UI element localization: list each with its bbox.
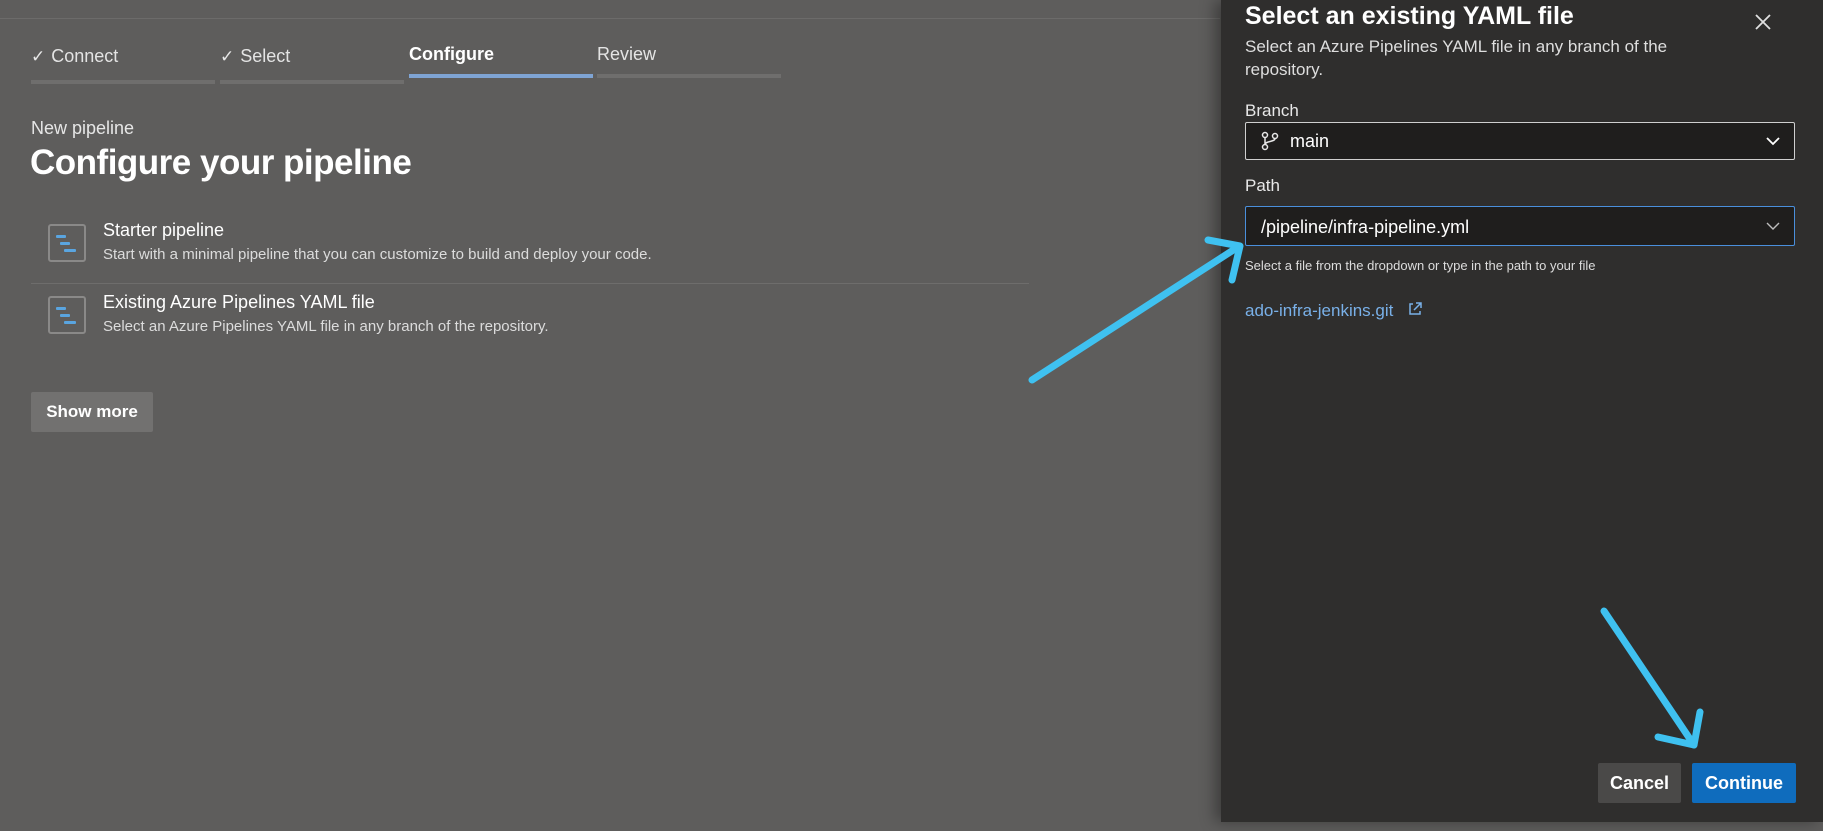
branch-value: main (1290, 131, 1330, 151)
step-connect[interactable]: ✓ Connect (31, 42, 215, 86)
step-select-bar (220, 80, 404, 84)
pipeline-icon (48, 224, 86, 262)
checkmark-icon: ✓ (31, 47, 46, 66)
option-existing-yaml[interactable]: Existing Azure Pipelines YAML file Selec… (31, 282, 1029, 354)
chevron-down-icon (1766, 137, 1780, 146)
path-value: /pipeline/infra-pipeline.yml (1261, 217, 1470, 237)
option-starter-pipeline[interactable]: Starter pipeline Start with a minimal pi… (31, 210, 1029, 282)
branch-dropdown[interactable]: main (1245, 122, 1795, 160)
step-connect-bar (31, 80, 215, 84)
option-title: Existing Azure Pipelines YAML file (103, 292, 375, 312)
cancel-button[interactable]: Cancel (1598, 763, 1681, 803)
panel-title: Select an existing YAML file (1245, 2, 1574, 30)
chevron-down-icon (1766, 222, 1780, 230)
external-link-icon[interactable] (1407, 301, 1423, 317)
annotation-arrow-to-path (1028, 236, 1244, 384)
pipeline-icon (48, 296, 86, 334)
step-review-bar (597, 74, 781, 78)
option-description: Start with a minimal pipeline that you c… (103, 246, 652, 263)
branch-icon (1261, 131, 1279, 151)
panel-subtitle: Select an Azure Pipelines YAML file in a… (1245, 37, 1668, 79)
option-title: Starter pipeline (103, 220, 225, 240)
page-eyebrow: New pipeline (31, 118, 135, 138)
page: ✓ Connect ✓ Select Configure Review New pi… (0, 0, 1823, 831)
header-divider (0, 18, 1220, 19)
checkmark-icon: ✓ (220, 47, 235, 66)
step-review-label: Review (597, 44, 657, 64)
path-label: Path (1245, 176, 1280, 195)
step-configure[interactable]: Configure (409, 42, 593, 86)
branch-label: Branch (1245, 101, 1299, 120)
step-select-label: ✓ Select (220, 46, 290, 67)
yaml-file-panel: Select an existing YAML file Select an A… (1221, 0, 1823, 822)
close-icon[interactable] (1749, 8, 1777, 36)
page-title: Configure your pipeline (30, 143, 412, 182)
step-review[interactable]: Review (597, 42, 781, 86)
continue-button[interactable]: Continue (1692, 763, 1796, 803)
step-connect-text: Connect (51, 46, 119, 66)
option-description: Select an Azure Pipelines YAML file in a… (103, 318, 549, 335)
repository-link[interactable]: ado-infra-jenkins.git (1245, 301, 1393, 321)
step-configure-bar (409, 74, 593, 78)
path-helper-text: Select a file from the dropdown or type … (1245, 258, 1596, 273)
step-select[interactable]: ✓ Select (220, 42, 404, 86)
step-configure-label: Configure (409, 44, 494, 64)
path-input[interactable]: /pipeline/infra-pipeline.yml (1245, 206, 1795, 246)
show-more-button[interactable]: Show more (31, 392, 153, 432)
step-connect-label: ✓ Connect (31, 46, 118, 67)
step-select-text: Select (240, 46, 291, 66)
